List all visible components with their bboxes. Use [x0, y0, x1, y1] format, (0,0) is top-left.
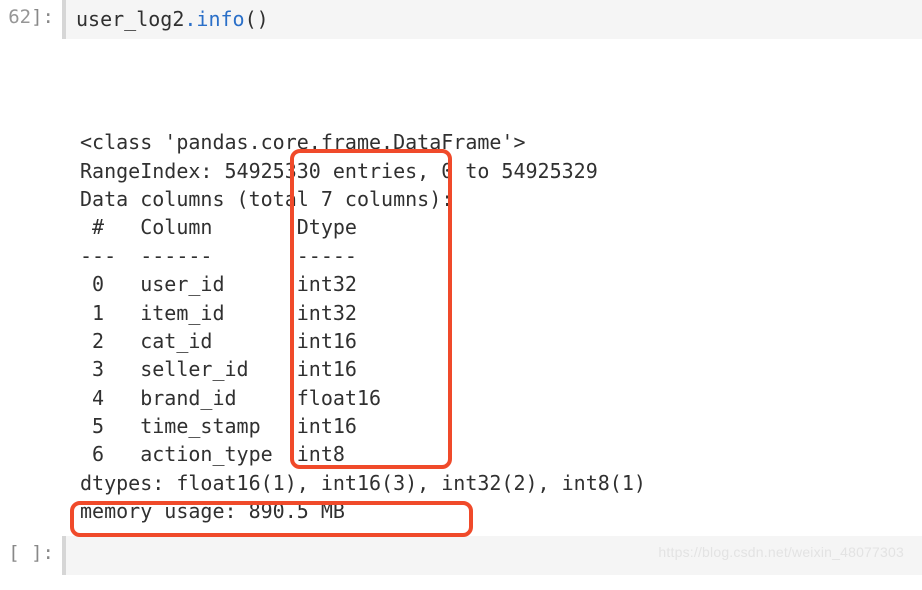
- code-call-parens: (): [245, 7, 269, 31]
- output-divider-line: --- ------ -----: [80, 244, 381, 268]
- input-cell: 62]: user_log2.info(): [0, 0, 922, 39]
- empty-prompt: [ ]:: [0, 536, 62, 570]
- output-row: 1 item_id int32: [80, 301, 381, 325]
- code-input-area[interactable]: user_log2.info(): [62, 0, 922, 39]
- output-row: 6 action_type int8: [80, 442, 381, 466]
- output-memory-line: memory usage: 890.5 MB: [80, 499, 345, 523]
- output-row: 5 time_stamp int16: [80, 414, 381, 438]
- output-columns-line: Data columns (total 7 columns):: [80, 187, 453, 211]
- output-row: 4 brand_id float16: [80, 386, 381, 410]
- code-method: .info: [184, 7, 244, 31]
- output-row: 2 cat_id int16: [80, 329, 381, 353]
- code-variable: user_log2: [76, 7, 184, 31]
- input-prompt: 62]:: [0, 0, 62, 34]
- output-area: <class 'pandas.core.frame.DataFrame'> Ra…: [0, 39, 922, 526]
- output-class-line: <class 'pandas.core.frame.DataFrame'>: [80, 130, 526, 154]
- output-row: 3 seller_id int16: [80, 357, 381, 381]
- output-dtypes-line: dtypes: float16(1), int16(3), int32(2), …: [80, 471, 646, 495]
- output-range-line: RangeIndex: 54925330 entries, 0 to 54925…: [80, 159, 598, 183]
- output-header-line: # Column Dtype: [80, 215, 381, 239]
- output-row: 0 user_id int32: [80, 272, 381, 296]
- watermark: https://blog.csdn.net/weixin_48077303: [658, 544, 904, 560]
